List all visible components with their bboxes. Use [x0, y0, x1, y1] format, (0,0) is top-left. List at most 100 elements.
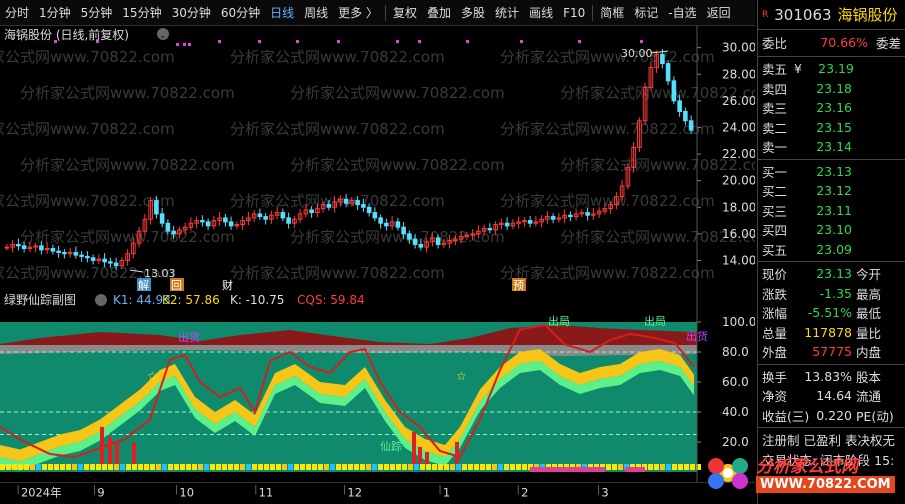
- candle: [286, 217, 291, 224]
- chuju-label: 出局: [548, 314, 570, 328]
- quote-extra: 流通: [856, 389, 882, 405]
- toolbar-item[interactable]: 分时: [0, 4, 34, 21]
- candle: [171, 230, 176, 235]
- toolbar-item[interactable]: 叠加: [422, 4, 456, 21]
- svg-text:⌄: ⌄: [159, 31, 167, 41]
- quote-value: 23.19: [818, 61, 854, 77]
- candle: [378, 217, 383, 224]
- candle: [56, 250, 61, 253]
- quote-label: 换手: [762, 369, 788, 385]
- watermark-text: 分析家公式网www.70822.com: [230, 120, 445, 138]
- quote-extra: 最低: [856, 306, 882, 322]
- reg-info: 注册制 已盈利 表决权无: [762, 433, 895, 449]
- toolbar-item[interactable]: 返回: [702, 4, 736, 21]
- time-tick: 2: [521, 485, 528, 499]
- quote-row: 卖三 23.16: [758, 98, 905, 118]
- watermark-text: 分析家公式网www.70822.com: [20, 156, 235, 174]
- toolbar-item[interactable]: 标记: [629, 4, 663, 21]
- quote-value: 23.10: [816, 222, 852, 238]
- event-marker-label: 预: [513, 279, 524, 292]
- toolbar-item[interactable]: 周线: [299, 4, 333, 21]
- candle: [407, 233, 412, 240]
- quote-label: 净资: [762, 389, 788, 405]
- time-tick: 9: [97, 485, 104, 499]
- indicator-tick: 40.0: [722, 405, 749, 419]
- quote-row: 外盘 57775 内盘: [758, 342, 905, 362]
- price-tick: 16.00: [722, 227, 755, 241]
- quote-label: 卖三: [762, 101, 788, 117]
- toolbar-item[interactable]: 日线: [265, 4, 299, 21]
- quote-value: 23.13: [816, 163, 852, 179]
- watermark-text: 分析家公式网www.70822.com: [230, 48, 445, 66]
- indicator-chart[interactable]: 出货出局 出局出货仙踪☆ ☆ ☆ 100.080.060.040.020.0 绿野仙踪…: [0, 292, 755, 482]
- quote-row: 收益(三) 0.220 PE(动): [758, 406, 905, 426]
- toolbar-item[interactable]: -自选: [663, 4, 701, 21]
- watermark-text: 分析家公式网www.70822.com: [20, 84, 235, 102]
- indicator-tick: 60.0: [722, 375, 749, 389]
- quote-value: 23.18: [816, 80, 852, 96]
- weibi-value: 70.66%: [820, 34, 868, 50]
- weibi-label: 委比: [762, 35, 788, 51]
- quote-row: 卖二 23.15: [758, 118, 905, 138]
- stock-name: 海锅股份: [837, 6, 898, 24]
- high-price-label: 30.00: [621, 47, 653, 60]
- watermark-text: 分析家公式网www.70822.com: [500, 192, 715, 210]
- candle: [343, 198, 349, 204]
- toolbar-item[interactable]: 5分钟: [76, 4, 118, 21]
- watermark-text: 分析家公式网www.70822.com: [230, 192, 445, 210]
- candle: [4, 246, 10, 249]
- candle: [280, 212, 286, 219]
- genzong-label: 仙踪: [380, 439, 402, 453]
- price-tick: 30.00: [722, 41, 755, 55]
- candle: [671, 80, 677, 102]
- quote-value: 23.09: [816, 241, 852, 257]
- toolbar-item[interactable]: 画线: [524, 4, 558, 21]
- candle: [16, 243, 21, 247]
- candle: [223, 217, 228, 223]
- candle: [550, 216, 556, 220]
- quote-extra: 今开: [856, 267, 882, 283]
- time-tick: 2024年: [21, 485, 62, 499]
- chart-title: 海锅股份 (日线,前复权): [4, 27, 129, 42]
- quote-value: 23.11: [816, 202, 852, 218]
- candle: [355, 200, 360, 206]
- toolbar-item[interactable]: 简框: [595, 4, 629, 21]
- quote-extra: PE(动): [856, 408, 894, 424]
- candle: [309, 209, 314, 214]
- toolbar-item[interactable]: 统计: [490, 4, 524, 21]
- candle: [384, 222, 389, 227]
- candle: [263, 216, 268, 220]
- candlestick-chart[interactable]: 分析家公式网www.70822.com 分析家公式网www.70822.com 分析…: [0, 26, 755, 292]
- settings-icon[interactable]: [95, 294, 107, 306]
- toolbar-item[interactable]: 30分钟: [167, 4, 216, 21]
- candle: [372, 212, 378, 219]
- candle: [21, 245, 27, 249]
- toolbar-item[interactable]: F10: [558, 6, 590, 20]
- quote-row: 卖四 23.18: [758, 79, 905, 99]
- toolbar-item[interactable]: 复权: [388, 4, 422, 21]
- time-tick: 11: [259, 485, 274, 499]
- indicator-tick: 20.0: [722, 435, 749, 449]
- candle: [102, 258, 107, 263]
- watermark-text: 分析家公式网www.70822.com: [20, 228, 235, 246]
- candle: [395, 221, 401, 228]
- toolbar-item[interactable]: 更多 〉: [333, 4, 383, 21]
- toolbar-item[interactable]: 1分钟: [34, 4, 76, 21]
- time-axis: 2024年 9 10 11 12 1 2 3: [0, 482, 755, 504]
- period-toolbar: 分时 1分钟 5分钟 15分钟 30分钟 60分钟 日线 周线 更多 〉复权 叠加 多股 统计 画线 F1…: [0, 0, 755, 26]
- quote-row: 涨跌 -1.35 最高: [758, 284, 905, 304]
- quote-value: -5.51%: [807, 305, 852, 321]
- candle: [205, 221, 211, 227]
- watermark-text: 分析家公式网www.70822.com: [290, 84, 505, 102]
- quote-label: 卖四: [762, 81, 788, 97]
- indicator-tick: 80.0: [722, 345, 749, 359]
- toolbar-item[interactable]: 60分钟: [216, 4, 265, 21]
- quote-extra: 内盘: [856, 345, 882, 361]
- toolbar-item[interactable]: 多股: [456, 4, 490, 21]
- watermark-text: 分析家公式网www.70822.com: [500, 48, 715, 66]
- quote-value: 23.12: [816, 183, 852, 199]
- quote-value: 23.14: [816, 139, 852, 155]
- candle: [504, 222, 510, 227]
- toolbar-item[interactable]: 15分钟: [117, 4, 166, 21]
- quote-row: 换手 13.83% 股本: [758, 367, 905, 387]
